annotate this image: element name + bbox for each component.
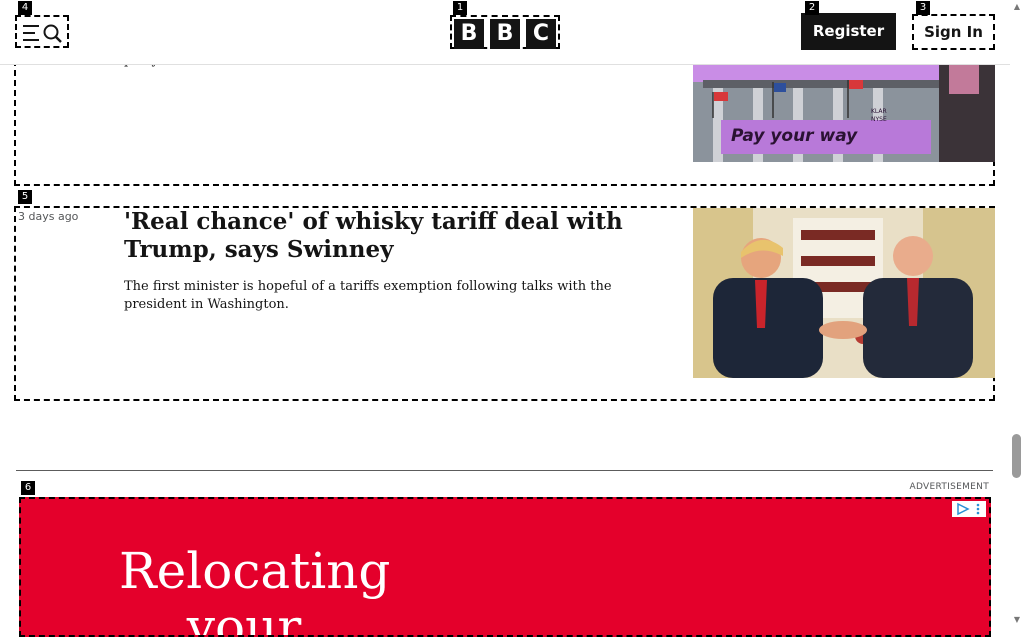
marker-5: 5 <box>18 190 32 204</box>
section-divider <box>16 470 993 471</box>
advertisement-banner[interactable]: Relocating your <box>19 497 991 637</box>
logo-letter-b2: B <box>490 19 520 49</box>
banner-text: Pay your way <box>731 126 858 146</box>
ad-headline-line2: your <box>186 598 302 637</box>
advertisement-label: ADVERTISEMENT <box>909 482 989 492</box>
logo-letter-b1: B <box>454 19 484 49</box>
ad-headline-line1: Relocating <box>119 542 391 600</box>
sign-in-button[interactable]: Sign In <box>912 14 995 50</box>
site-header: 4 B B C 1 Register 2 Sign In 3 <box>0 0 1010 65</box>
menu-search-button[interactable] <box>15 15 69 48</box>
scroll-down-icon[interactable]: ▼ <box>1011 615 1023 625</box>
handshake-photo <box>693 208 995 378</box>
sign-text: KLAR NYSE <box>871 108 887 123</box>
marker-6: 6 <box>21 481 35 495</box>
marker-4: 4 <box>18 1 32 15</box>
marker-2: 2 <box>805 1 819 15</box>
marker-1: 1 <box>453 1 467 15</box>
bbc-logo[interactable]: B B C <box>450 15 560 49</box>
scrollbar-track[interactable] <box>1010 0 1024 629</box>
article-2-timestamp: 3 days ago <box>18 210 79 223</box>
article-card-2[interactable]: 3 days ago 'Real chance' of whisky tarif… <box>14 206 995 401</box>
article-2-headline[interactable]: 'Real chance' of whisky tariff deal with… <box>124 208 664 264</box>
article-2-summary: The first minister is hopeful of a tarif… <box>124 279 612 312</box>
logo-letter-c: C <box>526 19 556 49</box>
adchoices-icon[interactable] <box>952 501 986 517</box>
marker-3: 3 <box>916 1 930 15</box>
article-2-image[interactable] <box>693 208 995 378</box>
scroll-up-icon[interactable]: ▲ <box>1011 2 1023 12</box>
ad-headline: Relocating your <box>119 542 391 637</box>
scrollbar-thumb[interactable] <box>1012 434 1021 478</box>
register-button[interactable]: Register <box>801 13 896 50</box>
menu-search-icon <box>23 24 62 43</box>
